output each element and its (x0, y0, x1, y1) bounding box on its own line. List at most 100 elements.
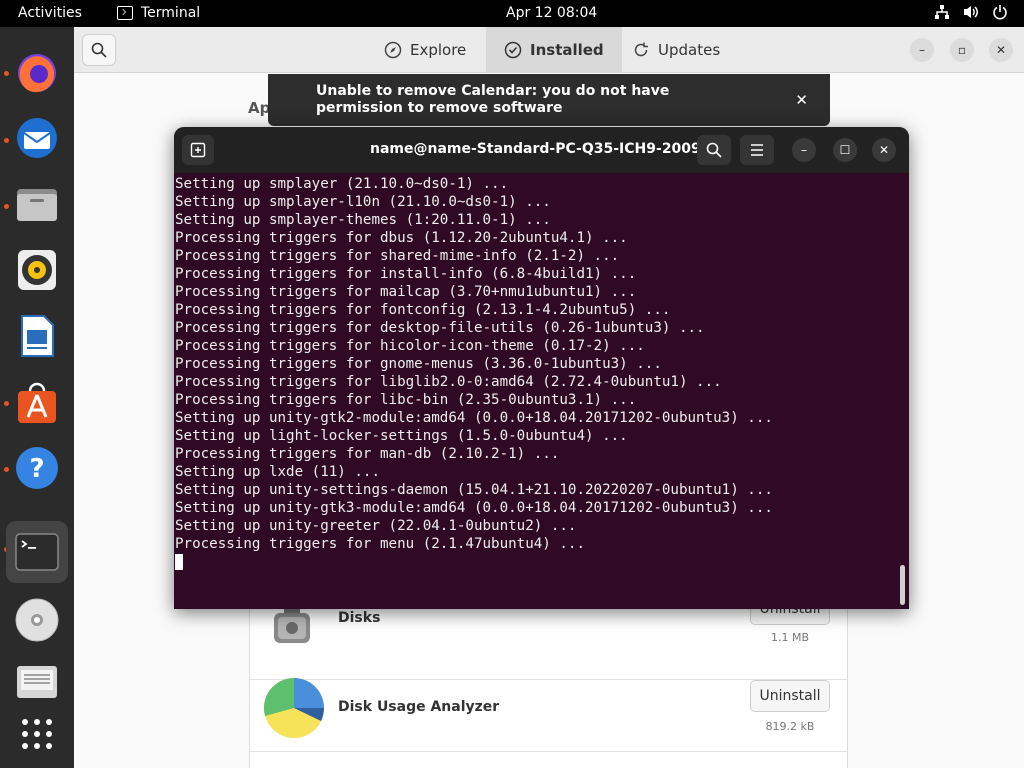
terminal-icon (15, 533, 59, 571)
terminal-line: Setting up smplayer-themes (1:20.11.0-1)… (175, 212, 551, 228)
files-icon (17, 189, 57, 221)
check-circle-icon (504, 41, 522, 59)
refresh-icon (634, 42, 648, 57)
disk-usage-analyzer-icon (263, 677, 324, 738)
terminal-line: Processing triggers for libglib2.0-0:amd… (175, 374, 722, 390)
maximize-button[interactable]: ▫ (950, 38, 974, 62)
terminal-header-bar: name@name-Standard-PC-Q35-ICH9-2009: ~ –… (174, 127, 909, 173)
dock-dvd[interactable] (6, 589, 68, 651)
terminal-line: Setting up smplayer-l10n (21.10.0~ds0-1)… (175, 194, 551, 210)
new-tab-icon (190, 142, 206, 158)
app-menu-label: Terminal (141, 5, 201, 21)
terminal-line: Processing triggers for desktop-file-uti… (175, 320, 705, 336)
terminal-line: Setting up unity-gtk2-module:amd64 (0.0.… (175, 410, 773, 426)
terminal-output[interactable]: Setting up smplayer (21.10.0~ds0-1) ... S… (175, 175, 895, 605)
firefox-icon (18, 54, 56, 93)
tab-installed[interactable]: Installed (486, 27, 622, 73)
terminal-line: Setting up lxde (11) ... (175, 464, 380, 480)
minimize-icon: – (801, 143, 807, 157)
list-item[interactable]: Disk Usage Analyzer Uninstall 819.2 kB (250, 663, 847, 752)
terminal-menu-button[interactable] (740, 135, 774, 165)
close-button[interactable]: ✕ (989, 38, 1013, 62)
power-icon[interactable] (992, 4, 1008, 20)
restore-icon: ▫ (957, 43, 967, 57)
software-header-bar: Explore Installed Updates – ▫ ✕ (74, 27, 1024, 73)
terminal-small-icon (117, 6, 133, 20)
notification-close-icon[interactable]: ✕ (795, 91, 808, 109)
terminal-line: Setting up unity-gtk3-module:amd64 (0.0.… (175, 500, 773, 516)
dock-terminal[interactable] (6, 521, 68, 583)
printer-icon (17, 666, 57, 698)
terminal-line: Setting up light-locker-settings (1.5.0-… (175, 428, 628, 444)
compass-icon (384, 41, 402, 59)
app-name: Disk Usage Analyzer (338, 699, 500, 715)
tab-label: Installed (530, 41, 604, 59)
dock-help[interactable]: ? (6, 437, 68, 499)
terminal-title: name@name-Standard-PC-Q35-ICH9-2009: ~ (370, 141, 723, 157)
network-icon[interactable] (934, 4, 950, 20)
close-icon: ✕ (878, 143, 890, 157)
terminal-line: Setting up unity-settings-daemon (15.04.… (175, 482, 773, 498)
dock-thunderbird[interactable] (6, 107, 68, 169)
hamburger-menu-icon (751, 144, 763, 156)
search-button[interactable] (82, 34, 116, 66)
terminal-line: Processing triggers for shared-mime-info… (175, 248, 620, 264)
search-icon (91, 42, 107, 58)
terminal-line: Processing triggers for mailcap (3.70+nm… (175, 284, 637, 300)
app-menu[interactable]: Terminal (117, 5, 200, 21)
tab-label: Updates (658, 41, 721, 59)
terminal-line: Setting up unity-greeter (22.04.1-0ubunt… (175, 518, 577, 534)
terminal-maximize-button[interactable]: ☐ (833, 138, 857, 162)
rhythmbox-icon (18, 250, 56, 290)
minimize-icon: – (919, 43, 925, 57)
libreoffice-writer-icon (21, 315, 54, 357)
maximize-icon: ☐ (839, 143, 851, 157)
terminal-line: Processing triggers for fontconfig (2.13… (175, 302, 671, 318)
terminal-close-button[interactable]: ✕ (872, 138, 896, 162)
terminal-line: Processing triggers for man-db (2.10.2-1… (175, 446, 560, 462)
grid-icon (22, 719, 52, 749)
dock-files[interactable] (6, 173, 68, 235)
thunderbird-icon (17, 118, 57, 158)
tab-explore[interactable]: Explore (366, 27, 484, 73)
system-tray[interactable] (934, 4, 1008, 20)
terminal-line: Processing triggers for menu (2.1.47ubun… (175, 536, 585, 552)
terminal-line: Processing triggers for install-info (6.… (175, 266, 637, 282)
apps-section-heading: Ap (248, 99, 271, 117)
minimize-button[interactable]: – (910, 38, 934, 62)
top-bar: Activities Terminal Apr 12 08:04 (0, 0, 1024, 27)
uninstall-button[interactable]: Uninstall (750, 680, 830, 712)
close-icon: ✕ (995, 43, 1007, 57)
ubuntu-software-icon (18, 382, 56, 423)
terminal-line: Processing triggers for dbus (1.12.20-2u… (175, 230, 628, 246)
volume-icon[interactable] (962, 4, 980, 20)
dock: ? (0, 27, 74, 768)
search-icon (706, 142, 722, 158)
terminal-minimize-button[interactable]: – (792, 138, 816, 162)
tab-updates[interactable]: Updates (614, 27, 738, 73)
dock-rhythmbox[interactable] (6, 239, 68, 301)
activities-button[interactable]: Activities (18, 5, 82, 21)
show-apps-button[interactable] (6, 703, 68, 765)
app-size: 819.2 kB (765, 720, 815, 733)
terminal-prompt-line (175, 553, 895, 571)
help-icon: ? (16, 447, 58, 489)
dock-firefox[interactable] (6, 41, 68, 103)
terminal-search-button[interactable] (697, 135, 731, 165)
app-size: 1.1 MB (770, 631, 810, 644)
terminal-line: Processing triggers for libc-bin (2.35-0… (175, 392, 637, 408)
error-notification: Unable to remove Calendar: you do not ha… (268, 74, 830, 126)
terminal-scrollbar[interactable] (900, 565, 905, 605)
terminal-line: Processing triggers for gnome-menus (3.3… (175, 356, 662, 372)
new-tab-button[interactable] (182, 135, 214, 165)
notification-message: Unable to remove Calendar: you do not ha… (316, 83, 670, 116)
clock[interactable]: Apr 12 08:04 (506, 5, 597, 21)
dvd-icon (15, 598, 59, 642)
terminal-window: name@name-Standard-PC-Q35-ICH9-2009: ~ –… (174, 127, 909, 609)
terminal-line: Processing triggers for hicolor-icon-the… (175, 338, 645, 354)
dock-writer[interactable] (6, 305, 68, 367)
dock-software[interactable] (6, 371, 68, 433)
terminal-line: Setting up smplayer (21.10.0~ds0-1) ... (175, 176, 509, 192)
terminal-cursor (175, 554, 183, 570)
svg-text:?: ? (29, 454, 44, 484)
